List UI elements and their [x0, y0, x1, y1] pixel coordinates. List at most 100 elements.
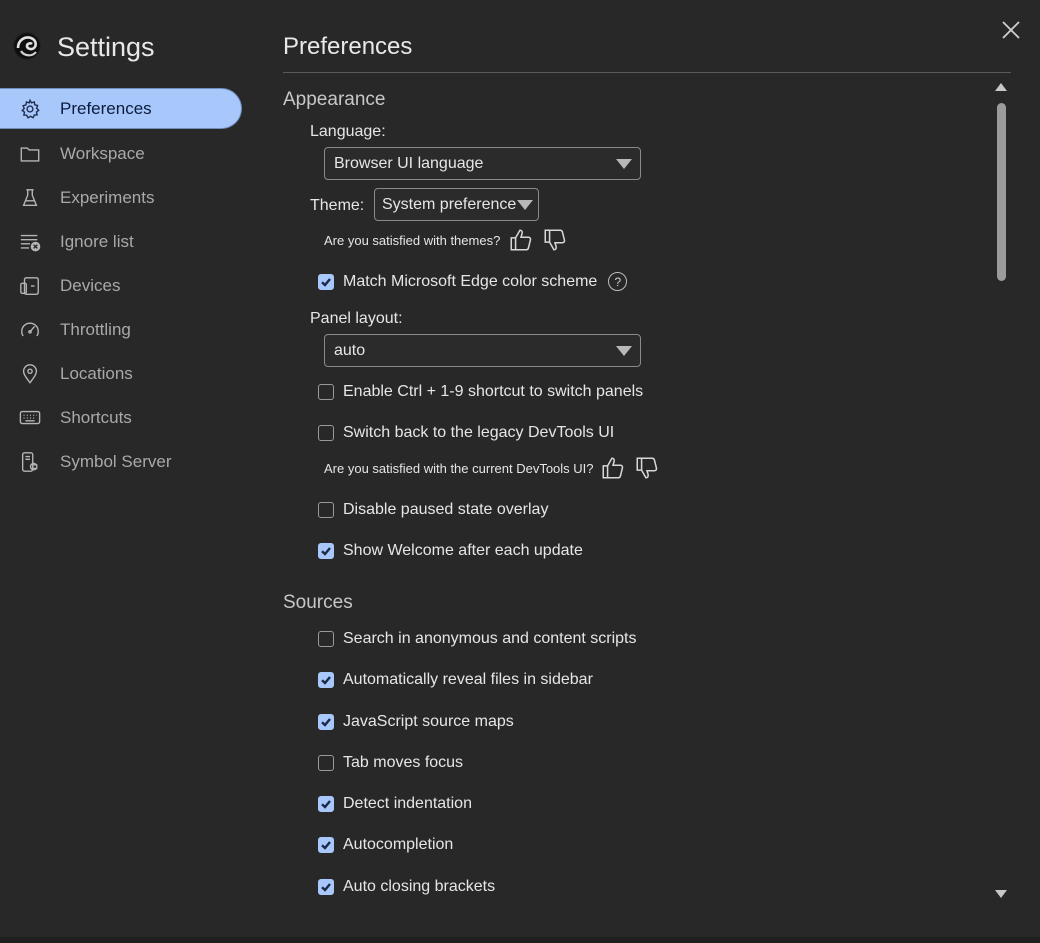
- js-source-maps-checkbox[interactable]: JavaScript source maps: [318, 713, 514, 731]
- folder-icon: [18, 142, 42, 166]
- show-welcome-checkbox[interactable]: Show Welcome after each update: [318, 542, 583, 560]
- match-edge-scheme-checkbox[interactable]: Match Microsoft Edge color scheme ?: [318, 272, 628, 291]
- edge-logo-icon: [12, 31, 42, 61]
- sidebar-item-throttling[interactable]: Throttling: [0, 308, 242, 352]
- panel-layout-select-value: auto: [334, 341, 366, 359]
- gear-icon: [18, 97, 42, 121]
- close-button[interactable]: [1000, 19, 1022, 41]
- sidebar-item-workspace[interactable]: Workspace: [0, 132, 242, 176]
- thumbs-up-icon: [510, 229, 532, 251]
- thumbs-up-button[interactable]: [508, 227, 534, 253]
- chevron-down-icon: [616, 159, 632, 169]
- thumbs-down-button[interactable]: [542, 227, 568, 253]
- disable-paused-overlay-checkbox[interactable]: Disable paused state overlay: [318, 501, 548, 519]
- checkbox-checked[interactable]: [318, 543, 334, 559]
- checkbox-unchecked[interactable]: [318, 631, 334, 647]
- language-label: Language:: [310, 123, 386, 140]
- checkbox-label: Auto closing brackets: [343, 878, 496, 895]
- page-title: Preferences: [283, 33, 413, 60]
- scroll-down-arrow[interactable]: [995, 890, 1007, 898]
- devtools-feedback-text: Are you satisfied with the current DevTo…: [324, 460, 594, 476]
- sidebar-item-label: Locations: [60, 364, 133, 383]
- search-anonymous-scripts-checkbox[interactable]: Search in anonymous and content scripts: [318, 630, 637, 648]
- checkbox-label: Autocompletion: [343, 836, 454, 853]
- section-title-sources: Sources: [283, 592, 353, 613]
- chevron-down-icon: [616, 346, 632, 356]
- sidebar-item-symbol-server[interactable]: Symbol Server: [0, 440, 242, 484]
- checkbox-checked[interactable]: [318, 796, 334, 812]
- thumbs-up-button[interactable]: [600, 455, 626, 481]
- sidebar: Preferences Workspace Experiments Ignore…: [0, 88, 242, 484]
- themes-feedback-text: Are you satisfied with themes?: [324, 232, 501, 248]
- checkbox-unchecked[interactable]: [318, 425, 334, 441]
- ignore-list-icon: [18, 230, 42, 254]
- gauge-icon: [18, 318, 42, 342]
- themes-feedback: Are you satisfied with themes?: [324, 227, 568, 253]
- sidebar-item-label: Experiments: [60, 188, 155, 207]
- checkbox-label: Search in anonymous and content scripts: [343, 630, 637, 647]
- checkbox-label: Show Welcome after each update: [343, 542, 583, 559]
- checkbox-checked[interactable]: [318, 714, 334, 730]
- theme-label: Theme:: [310, 197, 365, 214]
- sidebar-item-devices[interactable]: Devices: [0, 264, 242, 308]
- section-title-appearance: Appearance: [283, 89, 386, 110]
- checkbox-unchecked[interactable]: [318, 384, 334, 400]
- location-pin-icon: [18, 362, 42, 386]
- bottom-edge: [0, 937, 1040, 943]
- checkbox-checked[interactable]: [318, 879, 334, 895]
- flask-icon: [18, 186, 42, 210]
- scrollbar-thumb[interactable]: [997, 103, 1006, 281]
- thumbs-up-icon: [602, 457, 623, 479]
- language-select-value: Browser UI language: [334, 154, 484, 172]
- scroll-up-arrow[interactable]: [995, 83, 1007, 91]
- sidebar-item-experiments[interactable]: Experiments: [0, 176, 242, 220]
- thumbs-down-icon: [636, 457, 657, 479]
- checkbox-unchecked[interactable]: [318, 755, 334, 771]
- sidebar-item-label: Ignore list: [60, 232, 134, 251]
- help-icon[interactable]: ?: [608, 272, 628, 291]
- checkbox-checked[interactable]: [318, 672, 334, 688]
- close-icon: [1002, 21, 1020, 39]
- checkbox-unchecked[interactable]: [318, 502, 334, 518]
- tab-moves-focus-checkbox[interactable]: Tab moves focus: [318, 754, 463, 772]
- sidebar-item-shortcuts[interactable]: Shortcuts: [0, 396, 242, 440]
- language-select[interactable]: Browser UI language: [324, 147, 641, 180]
- checkbox-label: Disable paused state overlay: [343, 501, 549, 518]
- checkbox-checked[interactable]: [318, 273, 334, 290]
- sidebar-item-ignore-list[interactable]: Ignore list: [0, 220, 242, 264]
- sidebar-item-label: Devices: [60, 276, 121, 295]
- devices-icon: [18, 274, 42, 298]
- sidebar-item-locations[interactable]: Locations: [0, 352, 242, 396]
- checkbox-label: JavaScript source maps: [343, 713, 514, 730]
- checkbox-checked[interactable]: [318, 837, 334, 853]
- app-title: Settings: [57, 32, 155, 62]
- panel-layout-label: Panel layout:: [310, 310, 403, 327]
- auto-closing-brackets-checkbox[interactable]: Auto closing brackets: [318, 878, 495, 896]
- checkbox-label: Enable Ctrl + 1-9 shortcut to switch pan…: [343, 383, 644, 400]
- checkbox-label: Tab moves focus: [343, 754, 464, 771]
- sidebar-item-label: Preferences: [60, 98, 152, 118]
- panel-layout-select[interactable]: auto: [324, 334, 641, 367]
- settings-content: Appearance Language: Browser UI language…: [283, 80, 983, 910]
- ctrl-shortcut-checkbox[interactable]: Enable Ctrl + 1-9 shortcut to switch pan…: [318, 383, 643, 401]
- symbol-server-icon: [18, 450, 42, 474]
- thumbs-down-button[interactable]: [634, 455, 660, 481]
- reveal-files-checkbox[interactable]: Automatically reveal files in sidebar: [318, 671, 593, 689]
- sidebar-item-label: Throttling: [60, 320, 131, 339]
- thumbs-down-icon: [544, 229, 566, 251]
- checkbox-label: Automatically reveal files in sidebar: [343, 671, 593, 688]
- sidebar-item-label: Shortcuts: [60, 408, 132, 427]
- detect-indentation-checkbox[interactable]: Detect indentation: [318, 795, 472, 813]
- checkbox-label: Match Microsoft Edge color scheme: [343, 272, 598, 290]
- title-divider: [283, 72, 1011, 73]
- theme-select-value: System preference: [382, 195, 517, 213]
- keyboard-icon: [18, 406, 42, 430]
- checkbox-label: Detect indentation: [343, 795, 472, 812]
- sidebar-item-label: Symbol Server: [60, 452, 172, 471]
- theme-select[interactable]: System preference: [374, 188, 539, 221]
- sidebar-item-preferences[interactable]: Preferences: [0, 88, 242, 129]
- chevron-down-icon: [517, 200, 533, 210]
- devtools-feedback: Are you satisfied with the current DevTo…: [324, 455, 660, 481]
- autocompletion-checkbox[interactable]: Autocompletion: [318, 836, 453, 854]
- legacy-ui-checkbox[interactable]: Switch back to the legacy DevTools UI: [318, 424, 614, 442]
